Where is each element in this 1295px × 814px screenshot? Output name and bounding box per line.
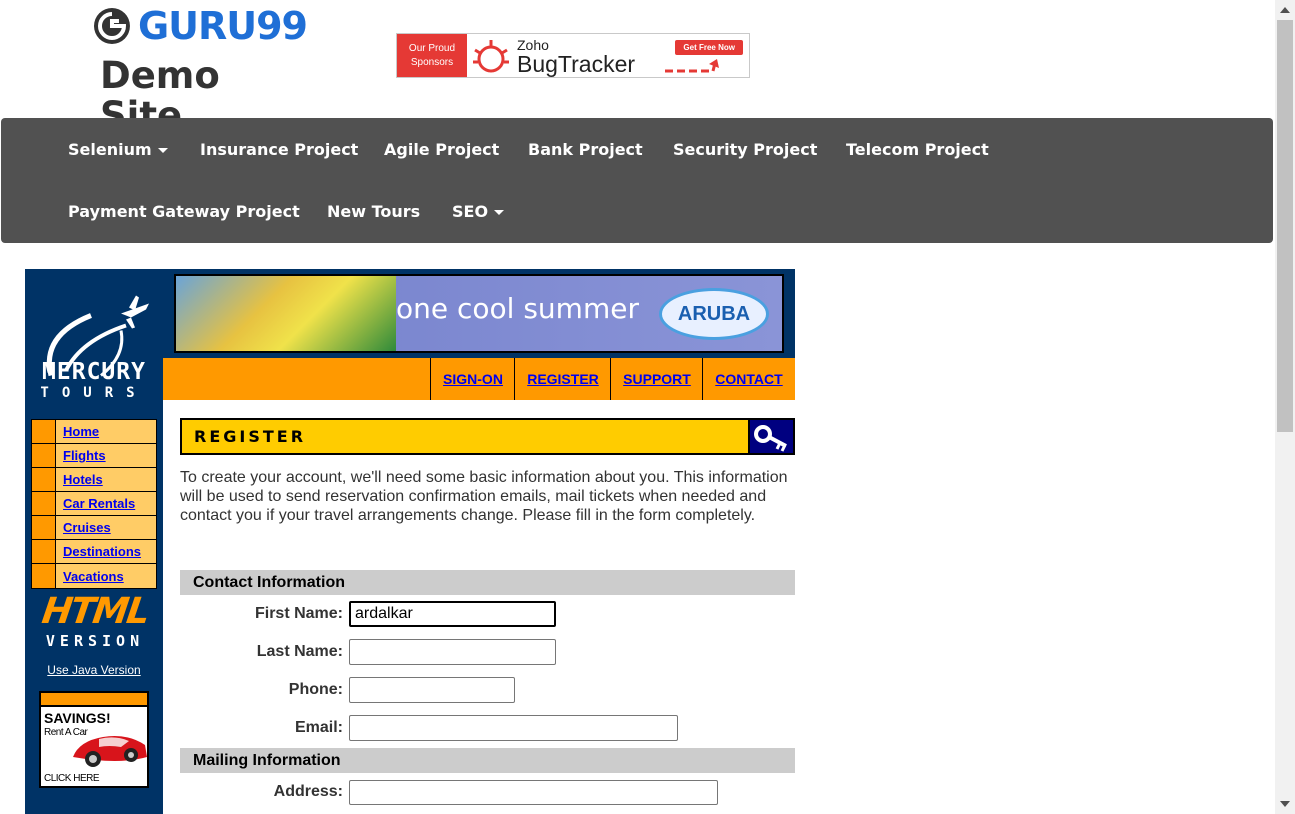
- mercury-brand-title: MERCURY: [42, 359, 146, 385]
- key-icon: [754, 425, 787, 452]
- one-cool-summer-banner[interactable]: one cool summer ARUBA: [174, 274, 784, 353]
- top-nav-register[interactable]: REGISTER: [527, 371, 599, 387]
- top-nav-support[interactable]: SUPPORT: [623, 371, 691, 387]
- sponsor-banner[interactable]: Our Proud Sponsors Zoho BugTracker Get Fr…: [396, 33, 750, 78]
- dashed-arrow-icon: [665, 59, 719, 73]
- caret-down-icon: [494, 210, 505, 215]
- side-nav-destinations[interactable]: Destinations: [63, 544, 141, 559]
- beach-photo: [176, 276, 396, 351]
- address-label: Address:: [273, 783, 343, 800]
- mercury-brand-subtitle: TOURS: [40, 385, 148, 401]
- use-java-version-link[interactable]: Use Java Version: [25, 663, 163, 677]
- email-input[interactable]: [349, 715, 678, 741]
- side-nav-vacations[interactable]: Vacations: [63, 569, 124, 584]
- top-nav-contact[interactable]: CONTACT: [715, 371, 782, 387]
- side-nav-home[interactable]: Home: [63, 424, 99, 439]
- nav-payment-gateway-project[interactable]: Payment Gateway Project: [68, 202, 300, 222]
- nav-agile-project[interactable]: Agile Project: [384, 140, 499, 160]
- top-nav-contact-cell: CONTACT: [702, 358, 795, 400]
- nav-telecom-project[interactable]: Telecom Project: [846, 140, 989, 160]
- top-nav-sign-on-cell: SIGN-ON: [430, 358, 515, 400]
- side-nav-cruises[interactable]: Cruises: [63, 520, 111, 535]
- phone-label: Phone:: [288, 681, 343, 698]
- sponsor-brand-big: BugTracker: [517, 51, 636, 77]
- nav-new-tours[interactable]: New Tours: [327, 202, 420, 222]
- sponsor-label: Our Proud Sponsors: [397, 34, 467, 77]
- main-navbar: Selenium Insurance Project Agile Project…: [1, 118, 1273, 243]
- last-name-input[interactable]: [349, 639, 556, 665]
- side-nav-car-rentals[interactable]: Car Rentals: [63, 496, 135, 511]
- register-heading-banner: REGISTER: [180, 418, 795, 455]
- nav-selenium[interactable]: Selenium: [68, 140, 168, 160]
- scrollbar-thumb[interactable]: [1277, 20, 1293, 432]
- nav-bank-project[interactable]: Bank Project: [528, 140, 643, 160]
- scroll-down-arrow-icon[interactable]: [1280, 801, 1290, 807]
- last-name-label: Last Name:: [256, 643, 343, 660]
- bug-tracker-icon: [473, 40, 509, 73]
- first-name-input[interactable]: [349, 601, 556, 627]
- top-nav-register-cell: REGISTER: [514, 358, 611, 400]
- mercury-header: one cool summer ARUBA: [163, 269, 795, 358]
- aruba-logo: ARUBA: [659, 288, 769, 340]
- side-nav-flights[interactable]: Flights: [63, 448, 106, 463]
- register-title: REGISTER: [194, 427, 307, 446]
- page-scrollbar[interactable]: [1275, 0, 1295, 814]
- guru99-logo[interactable]: GURU99 Demo Site: [92, 4, 308, 136]
- ad-cta: CLICK HERE: [44, 773, 100, 784]
- rent-a-car-ad[interactable]: SAVINGS! Rent A Car CLICK HERE: [39, 691, 149, 788]
- caret-down-icon: [157, 148, 168, 153]
- html-version-badge: HTML VERSION: [39, 591, 151, 650]
- mercury-side-nav: Home Flights Hotels Car Rentals Cruises …: [31, 419, 157, 589]
- nav-insurance-project[interactable]: Insurance Project: [200, 140, 358, 160]
- logo-wordmark: GURU99: [137, 4, 308, 48]
- guru99-logo-icon: [93, 8, 130, 44]
- top-nav-sign-on[interactable]: SIGN-ON: [443, 371, 503, 387]
- contact-information-header: Contact Information: [180, 570, 795, 595]
- promo-text: one cool summer: [396, 292, 639, 325]
- nav-security-project[interactable]: Security Project: [673, 140, 817, 160]
- side-nav-hotels[interactable]: Hotels: [63, 472, 103, 487]
- get-free-now-button[interactable]: Get Free Now: [675, 40, 743, 55]
- top-nav-support-cell: SUPPORT: [610, 358, 703, 400]
- mercury-sidebar: MERCURY TOURS Home Flights Hotels Car Re…: [25, 269, 163, 814]
- mailing-information-header: Mailing Information: [180, 748, 795, 773]
- key-icon-cell: [748, 420, 793, 453]
- phone-input[interactable]: [349, 677, 515, 703]
- email-label: Email:: [294, 719, 343, 736]
- register-intro-text: To create your account, we'll need some …: [180, 469, 788, 524]
- red-car-icon: [73, 736, 147, 767]
- scroll-up-arrow-icon[interactable]: [1280, 7, 1290, 13]
- nav-seo[interactable]: SEO: [452, 202, 505, 222]
- first-name-label: First Name:: [254, 605, 343, 622]
- address-input[interactable]: [349, 780, 718, 805]
